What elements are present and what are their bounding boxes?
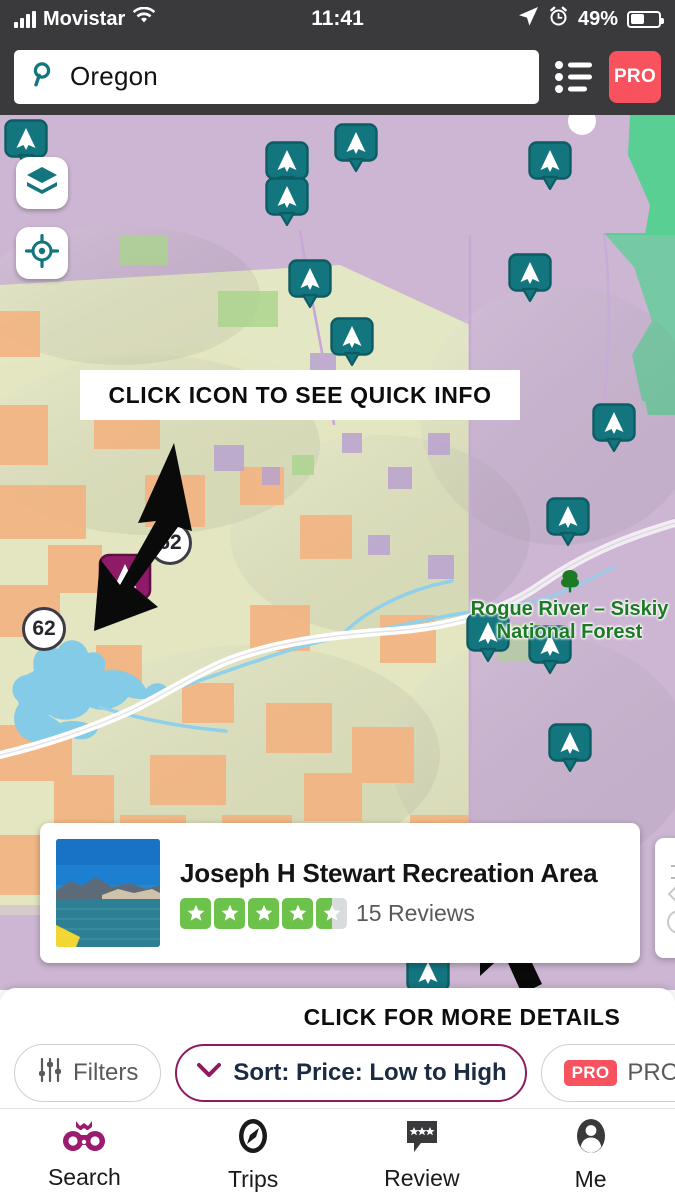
locate-me-button[interactable]	[16, 227, 68, 279]
carrier-label: Movistar	[43, 7, 126, 30]
pro-badge-label: PRO	[613, 65, 657, 87]
sort-label: Sort: Price: Low to High	[233, 1059, 507, 1086]
pro-upgrade-button[interactable]: PRO	[609, 50, 661, 103]
place-info-card[interactable]: Joseph H Stewart Recreation Area 15 Revi…	[40, 823, 640, 963]
annotation-top-text: CLICK ICON TO SEE QUICK INFO	[108, 381, 492, 408]
tab-review-label: Review	[384, 1165, 460, 1191]
map-pin-campsite[interactable]	[288, 259, 332, 311]
map-pin-campsite[interactable]	[592, 403, 636, 455]
map-layers-icon	[25, 165, 59, 202]
status-bar-left: Movistar	[14, 6, 156, 31]
star-icon-full	[180, 897, 211, 929]
annotation-click-details: CLICK FOR MORE DETAILS	[292, 1000, 632, 1034]
place-info-body: Joseph H Stewart Recreation Area 15 Revi…	[180, 858, 624, 929]
search-input[interactable]: Oregon	[14, 49, 539, 104]
forest-label-line2: National Forest	[496, 620, 643, 643]
status-bar-right: 49%	[518, 6, 664, 33]
signal-bars-icon	[14, 10, 36, 28]
pro-filter-label: PRO I	[627, 1059, 675, 1086]
pro-badge-icon: PRO	[563, 1060, 618, 1086]
star-rating	[180, 897, 347, 929]
chevron-down-icon	[195, 1059, 223, 1087]
list-view-icon[interactable]	[551, 54, 597, 100]
alarm-clock-icon	[548, 6, 569, 33]
pro-filter-button[interactable]: PRO PRO I	[540, 1044, 675, 1102]
locate-me-crosshair-icon	[24, 233, 60, 273]
place-thumbnail	[56, 839, 160, 947]
filters-button[interactable]: Filters	[14, 1044, 162, 1102]
review-speech-bubble-icon	[401, 1117, 443, 1160]
map-pin-campsite[interactable]	[265, 177, 309, 229]
sliders-icon	[37, 1057, 63, 1090]
tab-me-label: Me	[574, 1166, 607, 1192]
annotation-arrow-down	[94, 443, 192, 631]
person-avatar-icon	[571, 1116, 611, 1161]
wifi-icon	[132, 6, 156, 31]
location-arrow-icon	[518, 6, 539, 33]
tab-trips-label: Trips	[227, 1166, 279, 1192]
star-icon-half	[316, 897, 347, 929]
forest-label: Rogue River – Siskiy National Forest	[462, 567, 675, 643]
search-icon	[30, 60, 58, 93]
highway-shield-62: 62	[22, 607, 66, 651]
next-result-card-peek[interactable]	[655, 838, 675, 958]
annotation-bottom-text: CLICK FOR MORE DETAILS	[303, 1003, 621, 1030]
map-layers-button[interactable]	[16, 157, 68, 209]
status-bar: Movistar 11:41 49%	[0, 0, 675, 38]
binoculars-icon	[62, 1118, 106, 1159]
map-pin-campsite[interactable]	[508, 253, 552, 305]
peek-card-content	[667, 865, 675, 934]
tab-trips[interactable]: Trips	[169, 1116, 338, 1193]
battery-percent-label: 49%	[577, 7, 618, 30]
filter-bar: Filters Sort: Price: Low to High PRO PRO…	[0, 1042, 675, 1104]
compass-icon	[233, 1116, 273, 1161]
bottom-tab-bar: Search Trips Review Me	[0, 1108, 675, 1200]
tab-search[interactable]: Search	[0, 1118, 169, 1191]
map-pin-campsite[interactable]	[546, 497, 590, 549]
annotation-click-icon: CLICK ICON TO SEE QUICK INFO	[80, 370, 520, 420]
sort-button[interactable]: Sort: Price: Low to High	[175, 1044, 527, 1102]
highway-shield-label: 62	[32, 617, 56, 640]
star-icon-full	[282, 897, 313, 929]
star-icon-full	[248, 897, 279, 929]
filters-label: Filters	[73, 1059, 139, 1086]
tree-icon	[462, 567, 675, 600]
map-pin-campsite[interactable]	[560, 115, 604, 163]
review-count: 15 Reviews	[356, 899, 475, 926]
battery-icon	[627, 10, 664, 28]
tab-search-label: Search	[47, 1164, 121, 1190]
app-header: Oregon PRO	[0, 38, 675, 115]
place-title: Joseph H Stewart Recreation Area	[180, 857, 598, 888]
tab-me[interactable]: Me	[506, 1116, 675, 1193]
star-icon-full	[214, 897, 245, 929]
forest-label-line1: Rogue River – Siskiy	[470, 598, 669, 621]
map-pin-campsite[interactable]	[334, 123, 378, 175]
place-rating: 15 Reviews	[180, 897, 624, 929]
map-pin-campsite[interactable]	[548, 723, 592, 775]
map-pin-campsite[interactable]	[330, 317, 374, 369]
tab-review[interactable]: Review	[338, 1117, 507, 1192]
search-value: Oregon	[70, 61, 158, 91]
